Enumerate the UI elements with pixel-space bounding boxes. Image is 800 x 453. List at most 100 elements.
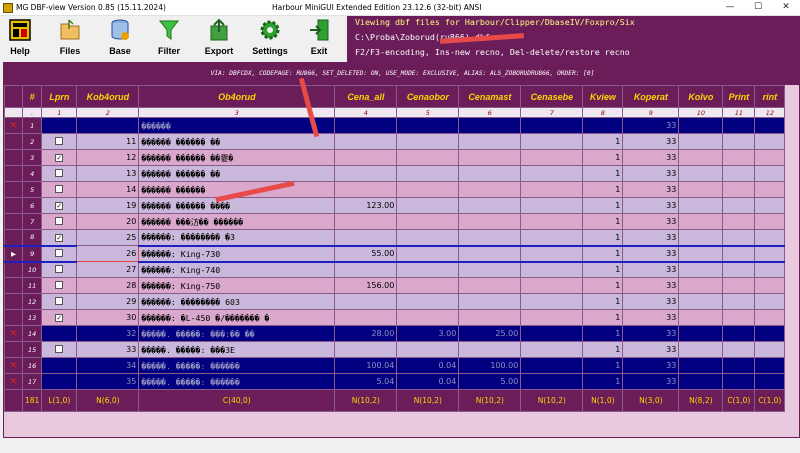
lprn-cell[interactable] (41, 325, 78, 342)
cell-print[interactable] (722, 373, 756, 390)
column-header-cenaobor[interactable]: Cenaobor (396, 85, 460, 108)
cell-cenasebe[interactable] (520, 373, 584, 390)
cell-cenasebe[interactable] (520, 244, 584, 263)
row-indicator[interactable] (4, 229, 23, 246)
cell-cenaobor[interactable] (396, 117, 460, 134)
checkbox-checked[interactable]: ✓ (55, 202, 64, 210)
cell-kob[interactable]: 33 (76, 341, 140, 358)
row-indicator[interactable] (4, 293, 23, 310)
cell-kolvo[interactable] (678, 357, 724, 374)
cell-kview[interactable]: 1 (582, 229, 624, 246)
minimize-button[interactable]: — (716, 0, 744, 15)
cell-cenaobor[interactable] (396, 229, 460, 246)
cell-cenamast[interactable]: 25.00 (458, 325, 522, 342)
cell-cenasebe[interactable] (520, 181, 584, 198)
cell-cenaobor[interactable] (396, 149, 460, 166)
cell-kview[interactable]: 1 (582, 357, 624, 374)
cell-cenaobor[interactable] (396, 277, 460, 294)
cell-cena_all[interactable] (334, 149, 398, 166)
row-indicator[interactable] (4, 309, 23, 326)
lprn-cell[interactable] (41, 277, 78, 294)
cell-kolvo[interactable] (678, 213, 724, 230)
cell-kob[interactable]: 20 (76, 213, 140, 230)
checkbox-unchecked[interactable] (55, 168, 64, 177)
row-indicator[interactable]: ▶ (4, 244, 23, 263)
cell-rint[interactable] (754, 181, 786, 198)
checkbox-unchecked[interactable] (55, 344, 64, 353)
checkbox-unchecked[interactable] (55, 264, 64, 273)
cell-cena_all[interactable] (334, 293, 398, 310)
lprn-cell[interactable]: ✓ (41, 197, 78, 214)
cell-rint[interactable] (754, 244, 786, 263)
cell-koperat[interactable]: 33 (622, 293, 680, 310)
cell-print[interactable] (722, 244, 756, 263)
cell-kolvo[interactable] (678, 309, 724, 326)
lprn-cell[interactable] (41, 373, 78, 390)
cell-cenasebe[interactable] (520, 229, 584, 246)
cell-ob[interactable]: ������ ������ ��霎� (138, 149, 336, 166)
exit-button[interactable]: Exit (299, 16, 339, 62)
cell-cenamast[interactable] (458, 213, 522, 230)
cell-cena_all[interactable] (334, 261, 398, 278)
cell-kolvo[interactable] (678, 197, 724, 214)
cell-kolvo[interactable] (678, 117, 724, 134)
table-row[interactable]: 4 13 ������ ������ �� 1 33 (4, 165, 786, 182)
cell-kview[interactable]: 1 (582, 213, 624, 230)
cell-cenamast[interactable] (458, 341, 522, 358)
cell-kob[interactable]: 32 (76, 325, 140, 342)
cell-cenaobor[interactable] (396, 197, 460, 214)
cell-kview[interactable]: 1 (582, 244, 624, 263)
checkbox-checked[interactable]: ✓ (55, 314, 64, 322)
table-row[interactable]: ✕ 17 35 �����. �����: ������ 5.04 0.04 5.00 1 33 (4, 373, 786, 390)
cell-ob[interactable]: �����. �����: ���3E (138, 341, 336, 358)
cell-kview[interactable]: 1 (582, 293, 624, 310)
cell-kview[interactable] (582, 117, 624, 134)
cell-cenamast[interactable] (458, 133, 522, 150)
cell-ob[interactable]: ������ ������ �� (138, 133, 336, 150)
cell-koperat[interactable]: 33 (622, 197, 680, 214)
lprn-cell[interactable] (41, 213, 78, 230)
table-row[interactable]: 8 ✓ 25 ������: �������� �3 1 33 (4, 229, 786, 246)
cell-kob[interactable]: 30 (76, 309, 140, 326)
table-row[interactable]: 15 33 �����. �����: ���3E 1 33 (4, 341, 786, 358)
close-button[interactable]: ✕ (772, 0, 800, 15)
lprn-cell[interactable] (41, 244, 78, 263)
column-header-cenamast[interactable]: Cenamast (458, 85, 522, 108)
cell-cenasebe[interactable] (520, 341, 584, 358)
cell-kob[interactable] (76, 117, 140, 134)
cell-cenaobor[interactable] (396, 181, 460, 198)
row-indicator[interactable] (4, 133, 23, 150)
cell-print[interactable] (722, 341, 756, 358)
checkbox-unchecked[interactable] (55, 184, 64, 193)
checkbox-unchecked[interactable] (55, 296, 64, 305)
cell-print[interactable] (722, 149, 756, 166)
table-row[interactable]: 5 14 ������ ������ 1 33 (4, 181, 786, 198)
cell-koperat[interactable]: 33 (622, 244, 680, 263)
cell-koperat[interactable]: 33 (622, 133, 680, 150)
cell-cenaobor[interactable]: 0.04 (396, 357, 460, 374)
cell-kob[interactable]: 27 (76, 261, 140, 278)
settings-button[interactable]: Settings (245, 16, 295, 62)
column-header-print[interactable]: Print (722, 85, 756, 108)
cell-koperat[interactable]: 33 (622, 261, 680, 278)
cell-cenasebe[interactable] (520, 325, 584, 342)
cell-kolvo[interactable] (678, 325, 724, 342)
cell-kob[interactable]: 35 (76, 373, 140, 390)
cell-ob[interactable]: ������ ������ �� (138, 165, 336, 182)
cell-print[interactable] (722, 293, 756, 310)
data-grid[interactable]: VIA: DBFCDX, CODEPAGE: RU866, SET_DELETE… (3, 62, 800, 438)
files-button[interactable]: Files (47, 16, 93, 62)
row-indicator[interactable] (4, 261, 23, 278)
checkbox-checked[interactable]: ✓ (55, 233, 64, 242)
table-row[interactable]: ▶ 9 26 ������: King-730 55.00 1 33 (4, 244, 786, 263)
cell-cenaobor[interactable] (396, 261, 460, 278)
row-indicator[interactable] (4, 149, 23, 166)
cell-rint[interactable] (754, 357, 786, 374)
cell-ob[interactable]: ������: King-730 (138, 244, 336, 263)
cell-print[interactable] (722, 357, 756, 374)
cell-cenamast[interactable] (458, 181, 522, 198)
checkbox-unchecked[interactable] (55, 216, 64, 225)
cell-rint[interactable] (754, 261, 786, 278)
cell-ob[interactable]: ������ ���汸�� ������ (138, 213, 336, 230)
cell-kview[interactable]: 1 (582, 341, 624, 358)
